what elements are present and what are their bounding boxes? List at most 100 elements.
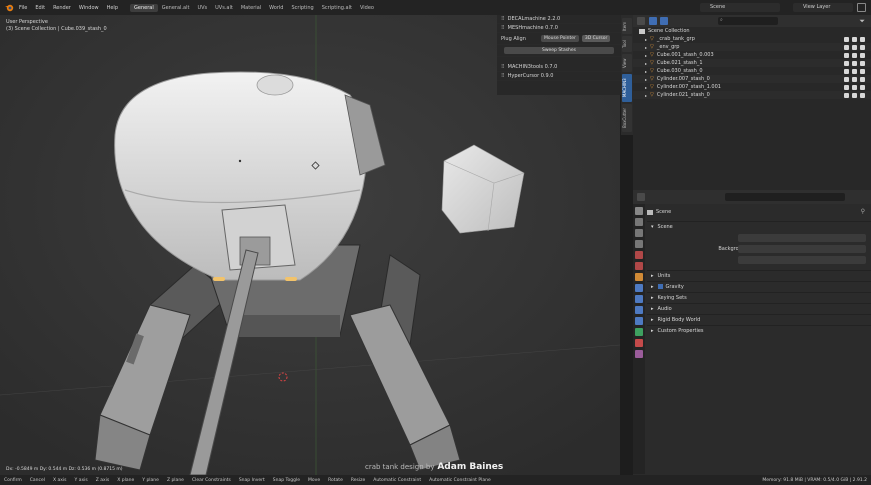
eye-icon[interactable]	[852, 68, 857, 74]
camera-icon[interactable]	[860, 52, 865, 58]
tab-view[interactable]: View	[622, 54, 632, 72]
outliner-item[interactable]: ▸ ▽ Cylinder.007_stash_0	[633, 75, 871, 83]
camera-field[interactable]	[738, 234, 866, 242]
camera-icon[interactable]	[860, 44, 865, 50]
tab-video[interactable]: Video	[356, 4, 378, 12]
camera-icon[interactable]	[860, 60, 865, 66]
blender-logo-icon[interactable]	[3, 2, 15, 14]
material-tab-icon[interactable]	[635, 339, 643, 347]
menu-file[interactable]: File	[15, 5, 31, 11]
rigid-body-section[interactable]: ▸ Rigid Body World	[647, 314, 871, 324]
view-layer-tab-icon[interactable]	[635, 240, 643, 248]
background-scene-field[interactable]	[738, 245, 866, 253]
outliner-item[interactable]: ▸ ▽ Cylinder.021_stash_0	[633, 91, 871, 99]
expand-arrow-icon[interactable]: ▸	[645, 61, 647, 66]
tab-general-alt[interactable]: General.alt	[158, 4, 194, 12]
tab-material[interactable]: Material	[237, 4, 265, 12]
selectable-icon[interactable]	[844, 76, 849, 82]
3d-cursor-button[interactable]: 3D Cursor	[581, 35, 611, 42]
tab-scripting-alt[interactable]: Scripting.alt	[318, 4, 356, 12]
active-clip-field[interactable]	[738, 256, 866, 264]
tab-tool[interactable]: Tool	[622, 36, 632, 52]
eye-icon[interactable]	[852, 60, 857, 66]
search-input[interactable]: ⌕	[718, 17, 778, 25]
tab-machin3[interactable]: MACHIN3	[622, 74, 632, 102]
units-section[interactable]: ▸ Units	[647, 270, 871, 280]
outliner-item[interactable]: ▸ ▽ Cube.001_stash_0.003	[633, 51, 871, 59]
eye-icon[interactable]	[852, 92, 857, 98]
tab-scripting[interactable]: Scripting	[287, 4, 317, 12]
expand-arrow-icon[interactable]: ▸	[645, 69, 647, 74]
object-tab-icon[interactable]	[635, 273, 643, 281]
render-tab-icon[interactable]	[635, 218, 643, 226]
filter-icon[interactable]	[649, 17, 657, 25]
eye-icon[interactable]	[852, 76, 857, 82]
expand-icon[interactable]	[857, 3, 866, 12]
expand-arrow-icon[interactable]: ▸	[645, 93, 647, 98]
selectable-icon[interactable]	[844, 44, 849, 50]
outliner-item[interactable]: ▸ ▽ _crab_tank_grp	[633, 35, 871, 43]
eye-icon[interactable]	[852, 52, 857, 58]
decalmachine-panel-header[interactable]: ⠿ DECALmachine 2.2.0	[497, 15, 621, 24]
scene-section-header[interactable]: ▾ Scene	[647, 221, 871, 231]
custom-properties-section[interactable]: ▸ Custom Properties	[647, 325, 871, 335]
editor-type-icon[interactable]	[637, 17, 645, 25]
outliner-item[interactable]: ▸ ▽ Cube.030_stash_0	[633, 67, 871, 75]
pin-icon[interactable]: ⚲	[861, 208, 865, 215]
selectable-icon[interactable]	[844, 60, 849, 66]
search-input[interactable]	[725, 193, 845, 201]
keying-sets-section[interactable]: ▸ Keying Sets	[647, 292, 871, 302]
gravity-checkbox[interactable]	[657, 284, 663, 289]
expand-arrow-icon[interactable]: ▸	[645, 77, 647, 82]
eye-icon[interactable]	[852, 44, 857, 50]
modifier-tab-icon[interactable]	[635, 284, 643, 292]
scene-selector[interactable]: Scene	[700, 3, 780, 12]
machin3tools-panel-header[interactable]: ⠿ MACHIN3tools 0.7.0	[497, 63, 621, 72]
menu-render[interactable]: Render	[49, 5, 75, 11]
sweep-stashes-button[interactable]: Sweep Stashes	[504, 47, 614, 54]
selectable-icon[interactable]	[844, 36, 849, 42]
eye-icon[interactable]	[852, 36, 857, 42]
camera-icon[interactable]	[860, 92, 865, 98]
tool-tab-icon[interactable]	[635, 207, 643, 215]
particles-tab-icon[interactable]	[635, 295, 643, 303]
outliner-item[interactable]: ▸ ▽ Cube.021_stash_1	[633, 59, 871, 67]
selectable-icon[interactable]	[844, 68, 849, 74]
outliner-item[interactable]: ▸ ▽ Cylinder.007_stash_1.001	[633, 83, 871, 91]
tab-general[interactable]: General	[130, 3, 158, 12]
selectable-icon[interactable]	[844, 52, 849, 58]
menu-edit[interactable]: Edit	[31, 5, 49, 11]
expand-arrow-icon[interactable]: ▸	[645, 45, 647, 50]
expand-arrow-icon[interactable]: ▸	[645, 37, 647, 42]
tab-item[interactable]: Item	[622, 18, 632, 34]
funnel-icon[interactable]: ⏷	[859, 17, 865, 26]
meshmachine-panel-header[interactable]: ⠿ MESHmachine 0.7.0	[497, 24, 621, 33]
constraints-tab-icon[interactable]	[635, 317, 643, 325]
hypercursor-panel-header[interactable]: ⠿ HyperCursor 0.9.0	[497, 72, 621, 81]
world-tab-icon[interactable]	[635, 262, 643, 270]
tab-boxcutter[interactable]: BoxCutter	[622, 104, 632, 132]
expand-arrow-icon[interactable]: ▸	[645, 53, 647, 58]
outliner-root[interactable]: Scene Collection	[633, 27, 871, 35]
audio-section[interactable]: ▸ Audio	[647, 303, 871, 313]
texture-tab-icon[interactable]	[635, 350, 643, 358]
outliner-item[interactable]: ▸ ▽ _env_grp	[633, 43, 871, 51]
selectable-icon[interactable]	[844, 84, 849, 90]
output-tab-icon[interactable]	[635, 229, 643, 237]
tab-uvs[interactable]: UVs	[193, 4, 211, 12]
scene-tab-icon[interactable]	[635, 251, 643, 259]
camera-icon[interactable]	[860, 36, 865, 42]
mouse-pointer-button[interactable]: Mouse Pointer	[541, 35, 579, 42]
camera-icon[interactable]	[860, 76, 865, 82]
camera-icon[interactable]	[860, 84, 865, 90]
view-layer-selector[interactable]: View Layer	[793, 3, 853, 12]
display-mode-icon[interactable]	[660, 17, 668, 25]
tab-world[interactable]: World	[265, 4, 287, 12]
menu-window[interactable]: Window	[75, 5, 103, 11]
physics-tab-icon[interactable]	[635, 306, 643, 314]
tab-uvs-alt[interactable]: UVs.alt	[211, 4, 237, 12]
camera-icon[interactable]	[860, 68, 865, 74]
editor-type-icon[interactable]	[637, 193, 645, 201]
menu-help[interactable]: Help	[103, 5, 122, 11]
selectable-icon[interactable]	[844, 92, 849, 98]
